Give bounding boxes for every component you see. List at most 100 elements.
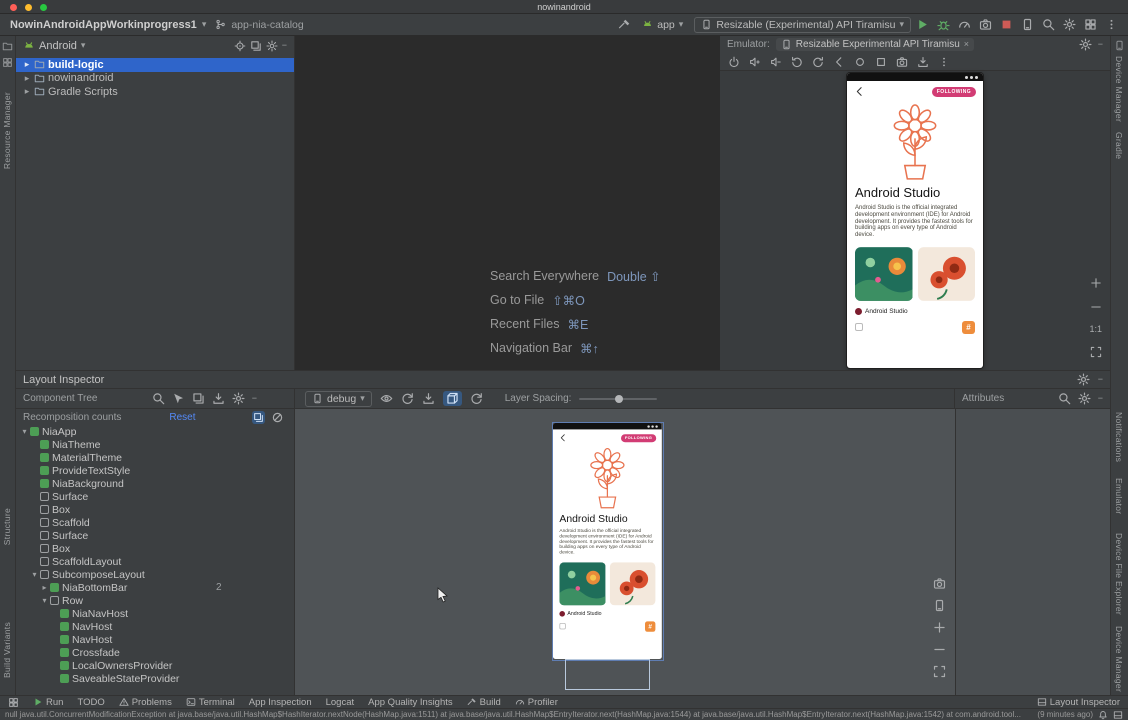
chevron-down-icon[interactable]: ▾: [20, 427, 29, 436]
inspector-canvas[interactable]: FOLLOWING: [295, 409, 955, 696]
editor-area[interactable]: Search EverywhereDouble ⇧Go to File⇧⌘ORe…: [295, 36, 720, 370]
topic-tag-chip[interactable]: #: [645, 621, 655, 631]
tree-node-surface[interactable]: Surface: [16, 529, 294, 542]
tree-node-crossfade[interactable]: Crossfade: [16, 646, 294, 659]
select-opened-file-icon[interactable]: [234, 40, 246, 52]
back-icon[interactable]: [833, 56, 845, 68]
back-arrow-icon[interactable]: [559, 433, 568, 442]
project-item-nowinandroid[interactable]: ▸ nowinandroid: [16, 72, 294, 86]
overview-icon[interactable]: [875, 56, 887, 68]
tree-node-subcomposelayout[interactable]: ▾SubcomposeLayout: [16, 568, 294, 581]
minus-icon[interactable]: [933, 643, 946, 656]
tree-node-scaffoldlayout[interactable]: ScaffoldLayout: [16, 555, 294, 568]
gear-icon[interactable]: [1078, 392, 1091, 405]
tree-node-niaapp[interactable]: ▾NiaApp: [16, 425, 294, 438]
notifications-icon[interactable]: [1098, 710, 1108, 720]
project-view-select[interactable]: Android: [39, 40, 77, 52]
bug-icon[interactable]: [937, 18, 950, 31]
window-layouts-icon[interactable]: [8, 697, 19, 708]
hide-panel-icon[interactable]: −: [1098, 40, 1103, 49]
tool-tab-run[interactable]: Run: [33, 697, 63, 708]
gear-icon[interactable]: [266, 40, 278, 52]
stripe-structure[interactable]: Structure: [2, 508, 12, 545]
tree-node-navhost[interactable]: NavHost: [16, 620, 294, 633]
reset-counts-link[interactable]: Reset: [169, 412, 195, 423]
git-branch-name[interactable]: app-nia-catalog: [231, 19, 303, 31]
project-item-gradle-scripts[interactable]: ▸ Gradle Scripts: [16, 85, 294, 99]
follow-chip[interactable]: FOLLOWING: [621, 434, 656, 442]
export-snapshot-icon[interactable]: [422, 392, 435, 405]
more-icon[interactable]: [1105, 18, 1118, 31]
chevron-right-icon[interactable]: ▸: [40, 583, 49, 592]
tool-tab-profiler[interactable]: Profiler: [515, 697, 558, 708]
fit-icon[interactable]: [933, 665, 946, 678]
news-image-1[interactable]: [855, 247, 913, 301]
hide-panel-icon[interactable]: −: [282, 41, 287, 50]
slider-thumb[interactable]: [615, 395, 623, 403]
chevron-right-icon[interactable]: ▸: [23, 87, 31, 96]
tool-tab-todo[interactable]: TODO: [77, 697, 104, 708]
gear-icon[interactable]: [1079, 38, 1092, 51]
tree-node-surface[interactable]: Surface: [16, 490, 294, 503]
layout-icon[interactable]: [1113, 710, 1123, 720]
rotate-right-icon[interactable]: [812, 56, 824, 68]
layers-icon[interactable]: [192, 392, 205, 405]
device-stripe-icon[interactable]: [1114, 40, 1125, 51]
tree-node-nianavhost[interactable]: NiaNavHost: [16, 607, 294, 620]
bookmarks-stripe-icon[interactable]: [2, 57, 13, 68]
tool-tab-problems[interactable]: Problems: [119, 697, 172, 708]
tree-node-scaffold[interactable]: Scaffold: [16, 516, 294, 529]
tree-node-row[interactable]: ▾Row: [16, 594, 294, 607]
run-config-select[interactable]: app ▾: [636, 18, 689, 32]
hide-icon[interactable]: −: [1098, 394, 1103, 403]
more-icon[interactable]: [938, 56, 950, 68]
stripe-emulator[interactable]: Emulator: [1114, 478, 1124, 514]
gauge-icon[interactable]: [958, 18, 971, 31]
collapse-all-icon[interactable]: [250, 40, 262, 52]
news-image-2[interactable]: [918, 247, 976, 301]
stripe-resource-manager[interactable]: Resource Manager: [2, 92, 12, 169]
home-icon[interactable]: [854, 56, 866, 68]
chevron-right-icon[interactable]: ▸: [23, 74, 31, 83]
tool-tab-app-quality-insights[interactable]: App Quality Insights: [368, 697, 453, 708]
chevron-down-icon[interactable]: ▾: [30, 570, 39, 579]
gear-icon[interactable]: [1063, 18, 1076, 31]
stripe-build-variants[interactable]: Build Variants: [2, 622, 12, 678]
fullscreen-window-button[interactable]: [40, 4, 47, 11]
news-image-1[interactable]: [559, 562, 605, 605]
chevron-right-icon[interactable]: ▸: [23, 60, 31, 69]
tool-tab-logcat[interactable]: Logcat: [326, 697, 355, 708]
chevron-down-icon[interactable]: ▾: [40, 596, 49, 605]
export-icon[interactable]: [212, 392, 225, 405]
highlight-recomposition-toggle[interactable]: [252, 411, 265, 424]
hide-panel-icon[interactable]: −: [1098, 375, 1103, 384]
device-select[interactable]: Resizable (Experimental) API Tiramisu ▾: [694, 17, 911, 33]
tree-node-box[interactable]: Box: [16, 542, 294, 555]
build-icon[interactable]: [618, 18, 631, 31]
project-name[interactable]: NowinAndroidAppWorkinprogress1: [10, 19, 197, 31]
layer-spacing-slider[interactable]: [579, 393, 657, 405]
tree-node-localownersprovider[interactable]: LocalOwnersProvider: [16, 659, 294, 672]
component-picker-icon[interactable]: [172, 392, 185, 405]
camera-icon[interactable]: [933, 577, 946, 590]
hide-icon[interactable]: −: [252, 394, 257, 403]
emulator-tab[interactable]: Resizable Experimental API Tiramisu ×: [776, 38, 974, 51]
tree-node-box[interactable]: Box: [16, 503, 294, 516]
topic-tag-chip[interactable]: #: [962, 321, 975, 334]
back-arrow-icon[interactable]: [854, 86, 865, 97]
stop-icon[interactable]: [1000, 18, 1013, 31]
tool-tab-app-inspection[interactable]: App Inspection: [249, 697, 312, 708]
tree-node-niatheme[interactable]: NiaTheme: [16, 438, 294, 451]
grid-icon[interactable]: [1084, 18, 1097, 31]
tree-node-materialtheme[interactable]: MaterialTheme: [16, 451, 294, 464]
gear-icon[interactable]: [232, 392, 245, 405]
close-icon[interactable]: ×: [964, 40, 969, 49]
stripe-gradle[interactable]: Gradle: [1114, 132, 1124, 159]
device-icon[interactable]: [933, 599, 946, 612]
disable-counts-icon[interactable]: [271, 411, 284, 424]
rotate-left-icon[interactable]: [791, 56, 803, 68]
gear-icon[interactable]: [1077, 373, 1090, 386]
plus-icon[interactable]: [1090, 277, 1102, 289]
screenshot-icon[interactable]: [896, 56, 908, 68]
minimize-window-button[interactable]: [25, 4, 32, 11]
